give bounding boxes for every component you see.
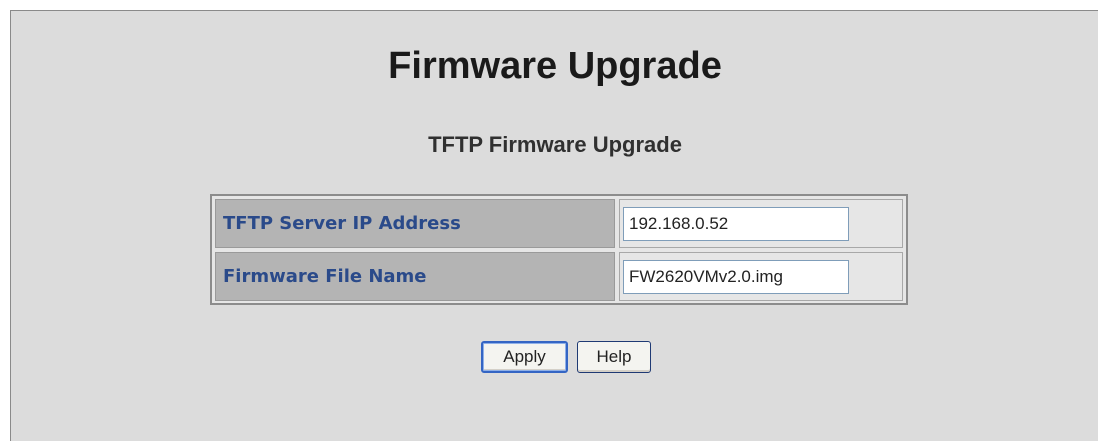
table-row-firmware-file: Firmware File Name [215, 252, 903, 301]
page-title: Firmware Upgrade [388, 45, 722, 87]
firmware-file-name-input[interactable] [623, 260, 849, 294]
section-title: TFTP Firmware Upgrade [428, 132, 682, 157]
firmware-file-name-label: Firmware File Name [223, 266, 427, 287]
apply-button[interactable]: Apply [481, 341, 568, 373]
label-cell: Firmware File Name [215, 252, 615, 301]
value-cell [619, 252, 903, 301]
value-cell [619, 199, 903, 248]
tftp-settings-table: TFTP Server IP Address Firmware File Nam… [210, 194, 908, 305]
help-button[interactable]: Help [577, 341, 651, 373]
content-frame: Firmware Upgrade TFTP Firmware Upgrade T… [10, 10, 1098, 441]
tftp-server-ip-input[interactable] [623, 207, 849, 241]
label-cell: TFTP Server IP Address [215, 199, 615, 248]
tftp-server-ip-label: TFTP Server IP Address [223, 213, 461, 234]
table-row-tftp-server: TFTP Server IP Address [215, 199, 903, 248]
